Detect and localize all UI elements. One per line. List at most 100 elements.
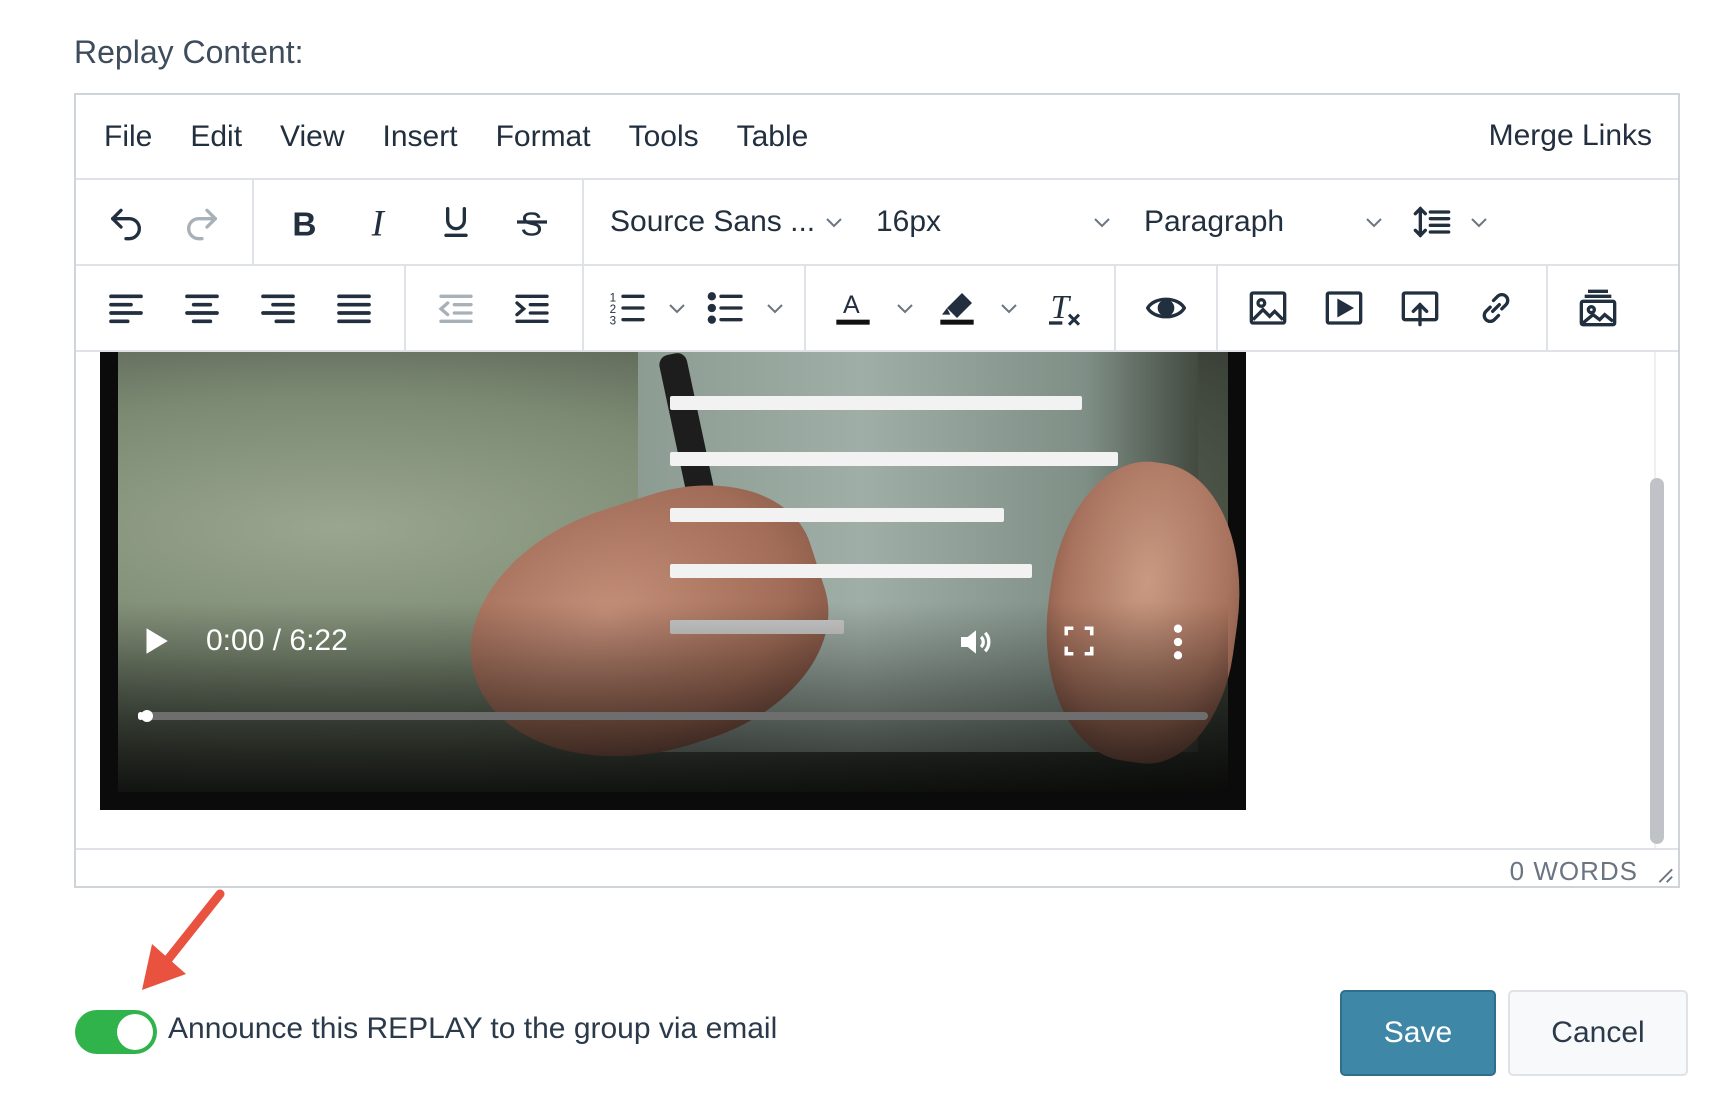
toggle-knob (117, 1014, 153, 1050)
play-button[interactable] (138, 624, 172, 663)
align-right-button[interactable] (240, 276, 316, 340)
preview-button[interactable] (1128, 276, 1204, 340)
highlighter-icon (940, 293, 974, 325)
strikethrough-icon: S (517, 206, 547, 242)
save-button[interactable]: Save (1340, 990, 1496, 1076)
menu-file[interactable]: File (104, 120, 152, 154)
chevron-down-icon[interactable] (992, 276, 1026, 340)
chevron-down-icon[interactable] (660, 276, 694, 340)
alignment-group (76, 266, 406, 350)
indent-button[interactable] (494, 276, 570, 340)
fullscreen-button[interactable] (1062, 624, 1096, 663)
menu-table[interactable]: Table (737, 120, 809, 154)
embedded-video[interactable]: 0:00 / 6:22 (100, 352, 1246, 810)
history-group (76, 180, 254, 264)
align-center-button[interactable] (164, 276, 240, 340)
video-progress-bar[interactable] (138, 710, 1208, 722)
align-justify-icon (337, 294, 371, 324)
align-justify-button[interactable] (316, 276, 392, 340)
outdent-icon (438, 294, 473, 323)
block-format-value: Paragraph (1144, 205, 1285, 238)
text-style-group: Source Sans ... 16px Paragraph (584, 180, 1678, 264)
formatting-group: B I S (254, 180, 584, 264)
chevron-down-icon (820, 190, 848, 254)
text-color-icon: A (836, 291, 870, 325)
editor-scrollbar[interactable] (1646, 352, 1670, 848)
scrollbar-thumb[interactable] (1650, 478, 1664, 844)
underline-icon (444, 207, 468, 237)
indent-icon (515, 294, 549, 323)
chevron-down-icon[interactable] (1462, 190, 1496, 254)
volume-button[interactable] (956, 622, 996, 667)
chevron-down-icon[interactable] (888, 276, 922, 340)
upload-button[interactable] (1382, 276, 1458, 340)
highlight-color-split[interactable] (922, 276, 1026, 340)
word-count: 0 WORDS (1509, 856, 1638, 886)
text-color-button[interactable]: A (818, 276, 888, 340)
announce-toggle[interactable] (75, 1010, 157, 1054)
chevron-down-icon[interactable] (758, 276, 792, 340)
list-group: 123 (584, 266, 806, 350)
clear-formatting-button[interactable]: T (1026, 276, 1102, 340)
editor-content[interactable]: 0:00 / 6:22 (76, 352, 1678, 848)
cancel-button[interactable]: Cancel (1508, 990, 1688, 1076)
video-progress-thumb[interactable] (141, 710, 154, 722)
font-family-select[interactable]: Source Sans ... (596, 190, 862, 254)
menu-format[interactable]: Format (496, 120, 591, 154)
highlight-button[interactable] (922, 276, 992, 340)
strikethrough-button[interactable]: S (494, 190, 570, 254)
font-size-select[interactable]: 16px (862, 190, 1130, 254)
undo-icon (111, 208, 141, 241)
menu-edit[interactable]: Edit (190, 120, 242, 154)
underline-button[interactable] (418, 190, 494, 254)
bold-icon: B (292, 206, 316, 242)
outdent-button[interactable] (418, 276, 494, 340)
more-vertical-icon (1173, 624, 1183, 660)
media-group (1218, 266, 1548, 350)
eye-icon (1146, 297, 1186, 319)
menu-view[interactable]: View (280, 120, 344, 154)
numbered-list-split[interactable]: 123 (596, 276, 694, 340)
line-height-button[interactable] (1402, 190, 1462, 254)
align-left-button[interactable] (88, 276, 164, 340)
more-options-button[interactable] (1170, 622, 1186, 667)
video-controls: 0:00 / 6:22 (100, 352, 1246, 810)
red-arrow-annotation-icon (142, 889, 225, 990)
bullet-list-split[interactable] (694, 276, 792, 340)
bullet-list-icon (707, 292, 743, 324)
italic-button[interactable]: I (342, 190, 418, 254)
menu-tools[interactable]: Tools (629, 120, 699, 154)
gallery-group (1548, 266, 1648, 350)
line-height-icon (1413, 206, 1451, 238)
video-time: 0:00 / 6:22 (206, 624, 348, 657)
align-right-icon (261, 294, 295, 324)
text-color-split[interactable]: A (818, 276, 922, 340)
rich-text-editor: File Edit View Insert Format Tools Table… (74, 93, 1680, 888)
fullscreen-icon (1064, 626, 1094, 656)
color-group: A T (806, 266, 1116, 350)
merge-links-menu[interactable]: Merge Links (1489, 119, 1652, 153)
undo-button[interactable] (88, 190, 164, 254)
redo-button[interactable] (164, 190, 240, 254)
svg-text:T: T (1051, 289, 1072, 326)
preview-group (1116, 266, 1218, 350)
bold-button[interactable]: B (266, 190, 342, 254)
bullet-list-button[interactable] (694, 276, 758, 340)
chevron-down-icon (1360, 190, 1388, 254)
insert-media-button[interactable] (1306, 276, 1382, 340)
resize-handle-icon[interactable] (1652, 862, 1674, 884)
line-height-split[interactable] (1402, 190, 1496, 254)
insert-image-button[interactable] (1230, 276, 1306, 340)
svg-text:A: A (843, 291, 860, 319)
toolbar-row-2: 123 A T (76, 266, 1678, 352)
numbered-list-button[interactable]: 123 (596, 276, 660, 340)
menu-insert[interactable]: Insert (383, 120, 458, 154)
insert-link-button[interactable] (1458, 276, 1534, 340)
svg-text:I: I (371, 202, 386, 242)
image-gallery-icon (1579, 289, 1617, 327)
block-format-select[interactable]: Paragraph (1130, 190, 1402, 254)
announce-label: Announce this REPLAY to the group via em… (168, 1012, 778, 1045)
clear-formatting-icon: T (1049, 289, 1081, 326)
image-gallery-button[interactable] (1560, 276, 1636, 340)
editor-menubar: File Edit View Insert Format Tools Table… (76, 95, 1678, 180)
